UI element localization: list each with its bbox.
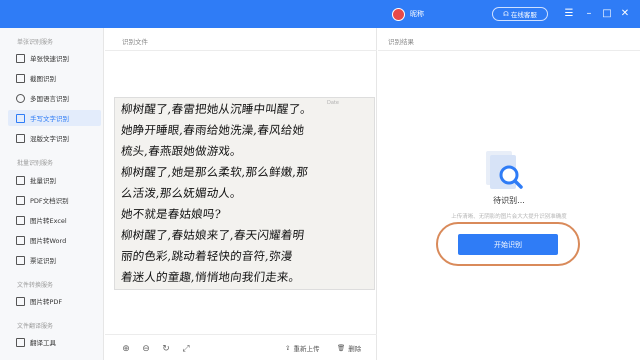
handwriting-line: 她不就是春姑娘吗? [120, 207, 222, 221]
crop-icon [16, 73, 25, 83]
delete-button[interactable]: 🗑 删除 [337, 343, 361, 353]
sidebar-item-label: 图片转PDF [30, 298, 63, 306]
section-title-single: 单张识别服务 [17, 39, 54, 46]
globe-icon [16, 93, 25, 103]
handwriting-line: 着迷人的童趣,悄悄地向我们走来。 [120, 270, 302, 284]
result-pane: 识别结果 待识别... 上传清晰、无阴影的图片会大大提升识别准确度 开始识别 [378, 28, 640, 360]
file-pane-title: 识别文件 [122, 38, 148, 46]
upload-tip: 上传清晰、无阴影的图片会大大提升识别准确度 [451, 214, 567, 220]
image-icon [16, 296, 25, 306]
columns-icon [16, 133, 25, 143]
reupload-button[interactable]: ⇪ 重新上传 [285, 343, 319, 353]
sidebar-item-pdf[interactable]: PDF文档识别 [8, 192, 101, 208]
document-icon [16, 53, 25, 63]
translate-icon [16, 337, 25, 347]
document-search-icon [486, 151, 523, 189]
online-service-button[interactable]: ☊ 在线客服 [492, 7, 548, 21]
handwriting-line: 么活泼,那么妩媚动人。 [120, 186, 243, 200]
handwriting-line: 柳树醒了,春姑娘来了,春天闪耀着明 [120, 228, 305, 242]
sidebar-item-label: 截图识别 [30, 75, 56, 83]
handwriting-image: Date 柳树醒了,春雷把她从沉睡中叫醒了。 她睁开睡眼,春雨给她洗澡,春风给她… [114, 97, 375, 290]
sidebar-item-word[interactable]: 图片转Word [8, 232, 101, 248]
sidebar-item-label: 图片转Word [30, 237, 67, 245]
pending-status: 待识别... [493, 196, 525, 205]
section-title-translate: 文件翻译服务 [17, 323, 54, 330]
paper-date-tag: Date [327, 100, 339, 106]
handwriting-line: 柳树醒了,她是那么柔软,那么鲜嫩,那 [120, 165, 309, 179]
pen-icon [16, 113, 25, 123]
handwriting-line: 梳头,春燕跟她做游戏。 [120, 144, 243, 158]
fit-screen-icon[interactable]: ⤢ [181, 344, 191, 354]
sidebar: 单张识别服务 单张快速识别 截图识别 多国语言识别 手写文字识别 混版文字识别 … [0, 28, 104, 360]
minimize-icon[interactable]: – [582, 6, 596, 22]
sidebar-item-mixed-layout[interactable]: 混版文字识别 [8, 130, 101, 146]
sidebar-item-label: 单张快速识别 [30, 55, 69, 63]
section-title-batch: 批量识别服务 [17, 160, 54, 167]
trash-icon: 🗑 [337, 344, 346, 352]
result-pane-title: 识别结果 [388, 38, 414, 46]
sidebar-item-label: 混版文字识别 [30, 135, 69, 143]
sidebar-item-label: 票证识别 [30, 257, 56, 265]
file-pane: 识别文件 Date 柳树醒了,春雷把她从沉睡中叫醒了。 她睁开睡眼,春雨给她洗澡… [105, 28, 377, 360]
sidebar-item-img-to-pdf[interactable]: 图片转PDF [8, 293, 101, 309]
sidebar-item-label: 翻译工具 [30, 339, 56, 347]
sidebar-item-label: 手写文字识别 [30, 115, 69, 123]
image-toolbar: ⊕ ⊖ ↻ ⤢ ⇪ 重新上传 🗑 删除 [105, 334, 377, 360]
stack-icon [16, 175, 25, 185]
ticket-icon [16, 255, 25, 265]
sidebar-item-label: PDF文档识别 [30, 197, 69, 205]
handwriting-line: 丽的色彩,跳动着轻快的音符,弥漫 [120, 249, 294, 263]
sidebar-item-quick-ocr[interactable]: 单张快速识别 [8, 50, 101, 66]
nickname-label[interactable]: 昵称 [410, 9, 424, 19]
sidebar-item-multilang[interactable]: 多国语言识别 [8, 90, 101, 106]
sidebar-item-label: 多国语言识别 [30, 95, 69, 103]
sidebar-item-excel[interactable]: 图片转Excel [8, 212, 101, 228]
word-icon [16, 235, 25, 245]
upload-icon: ⇪ [285, 344, 291, 352]
pdf-icon [16, 195, 25, 205]
divider [378, 50, 640, 51]
rotate-icon[interactable]: ↻ [161, 344, 171, 354]
reupload-label: 重新上传 [293, 345, 320, 353]
avatar[interactable] [392, 8, 405, 21]
zoom-in-icon[interactable]: ⊕ [121, 344, 131, 354]
delete-label: 删除 [348, 345, 362, 353]
sidebar-item-label: 批量识别 [30, 177, 56, 185]
sidebar-item-batch[interactable]: 批量识别 [8, 172, 101, 188]
section-title-convert: 文件转换服务 [17, 282, 54, 289]
sidebar-item-screenshot[interactable]: 截图识别 [8, 70, 101, 86]
sidebar-item-translate[interactable]: 翻译工具 [8, 334, 101, 350]
divider [105, 50, 377, 51]
sidebar-item-label: 图片转Excel [30, 217, 67, 225]
sidebar-item-certificate[interactable]: 票证识别 [8, 252, 101, 268]
menu-icon[interactable]: ☰ [562, 6, 576, 22]
headset-icon: ☊ [503, 10, 509, 18]
sidebar-item-handwriting[interactable]: 手写文字识别 [8, 110, 101, 126]
handwriting-line: 她睁开睡眼,春雨给她洗澡,春风给她 [120, 123, 305, 137]
maximize-icon[interactable]: □ [600, 6, 614, 22]
zoom-out-icon[interactable]: ⊖ [141, 344, 151, 354]
handwriting-line: 柳树醒了,春雷把她从沉睡中叫醒了。 [120, 102, 313, 116]
online-service-label: 在线客服 [510, 11, 537, 19]
title-bar: 昵称 ☊ 在线客服 ☰ – □ ✕ [0, 0, 640, 28]
excel-icon [16, 215, 25, 225]
close-icon[interactable]: ✕ [618, 6, 632, 22]
start-recognition-button[interactable]: 开始识别 [458, 234, 558, 255]
